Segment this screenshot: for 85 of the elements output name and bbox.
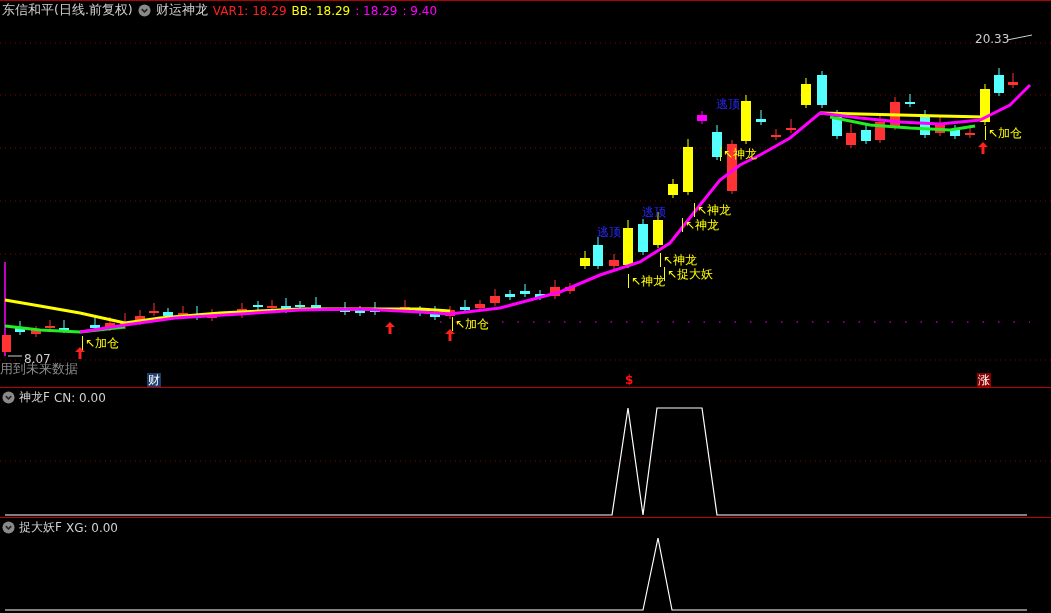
candlestick [149,302,159,317]
candlestick [846,123,856,149]
candlestick [355,305,365,317]
candlestick [550,279,560,300]
candlestick [593,236,603,270]
candlestick [445,305,455,320]
signal-label: ↖神龙 [628,274,666,288]
candlestick [505,289,515,301]
indicator-reading: BB: 18.29 [291,3,351,18]
signal-label: 逃顶 [642,205,666,219]
candlestick [771,128,781,141]
candlestick [281,297,291,314]
candlestick [430,305,440,321]
up-arrow-icon [385,322,395,334]
candlestick [490,288,500,307]
candlestick [741,94,751,145]
event-marker: 涨 [977,373,991,387]
dropdown-icon[interactable] [2,391,15,404]
candlestick [861,123,871,145]
candlestick [460,299,470,314]
candlestick [340,301,350,316]
candlestick [370,301,380,316]
chart-title: 东信和平(日线.前复权) [2,2,133,19]
candlestick [801,77,811,109]
candlestick [609,253,619,270]
candlestick [535,289,545,301]
panel-reading: XG: 0.00 [65,520,118,535]
signal-label: ↖加仓 [452,317,490,331]
candlestick [920,109,930,139]
candlestick [475,299,485,312]
candlestick [905,93,915,108]
signal-label: 逃顶 [597,225,621,239]
candlestick [935,114,945,137]
candlestick [253,300,263,311]
indicator-reading: : 9.40 [402,3,438,18]
candlestick [15,320,25,336]
candlestick [237,302,247,319]
high-price-label: 20.33 [975,32,1010,46]
candlestick [207,308,217,322]
candlestick [950,124,960,140]
candlestick [817,70,827,109]
candlestick [875,113,885,144]
candlestick [683,138,693,196]
candlestick [712,124,722,161]
candlestick [786,118,796,134]
candlestick [267,299,277,312]
dropdown-icon[interactable] [137,4,151,17]
candlestick [638,218,648,256]
panel-title: 神龙F [19,389,50,406]
candlestick [520,283,530,298]
signal-label: ↖捉大妖 [664,267,714,281]
candlestick [697,110,707,125]
signal-label: ↖加仓 [985,126,1023,140]
candlestick [668,178,678,199]
candlestick [580,250,590,270]
candlestick [980,83,990,126]
candlestick [31,325,41,338]
up-arrow-icon [445,329,455,341]
candlestick [756,109,766,126]
candlestick [890,96,900,131]
signal-label: ↖神龙 [660,253,698,267]
signal-label: ↖加仓 [82,336,120,350]
up-arrow-icon [75,347,85,359]
signal-label: ↖神龙 [694,203,732,217]
candlestick [565,282,575,295]
candlestick [832,109,842,140]
candlestick [105,316,115,332]
indicator-reading: : 18.29 [355,3,398,18]
candlestick [623,219,633,269]
panel-reading: CN: 0.00 [53,390,106,405]
candlestick [1008,72,1018,89]
indicator-reading: VAR1: 18.29 [212,3,287,18]
signal-label: ↖神龙 [682,218,720,232]
candlestick [994,67,1004,97]
candlestick [295,300,305,311]
up-arrow-icon [978,142,988,154]
dropdown-icon[interactable] [2,521,15,534]
candlestick [135,309,145,326]
event-marker: $ [624,373,635,387]
panel-title: 捉大妖F [19,519,62,536]
candlestick [45,319,55,332]
event-marker: 财 [147,373,161,387]
indicator-name: 财运神龙 [155,2,208,19]
first-candle [2,335,11,352]
signal-label: 逃顶 [716,97,740,111]
